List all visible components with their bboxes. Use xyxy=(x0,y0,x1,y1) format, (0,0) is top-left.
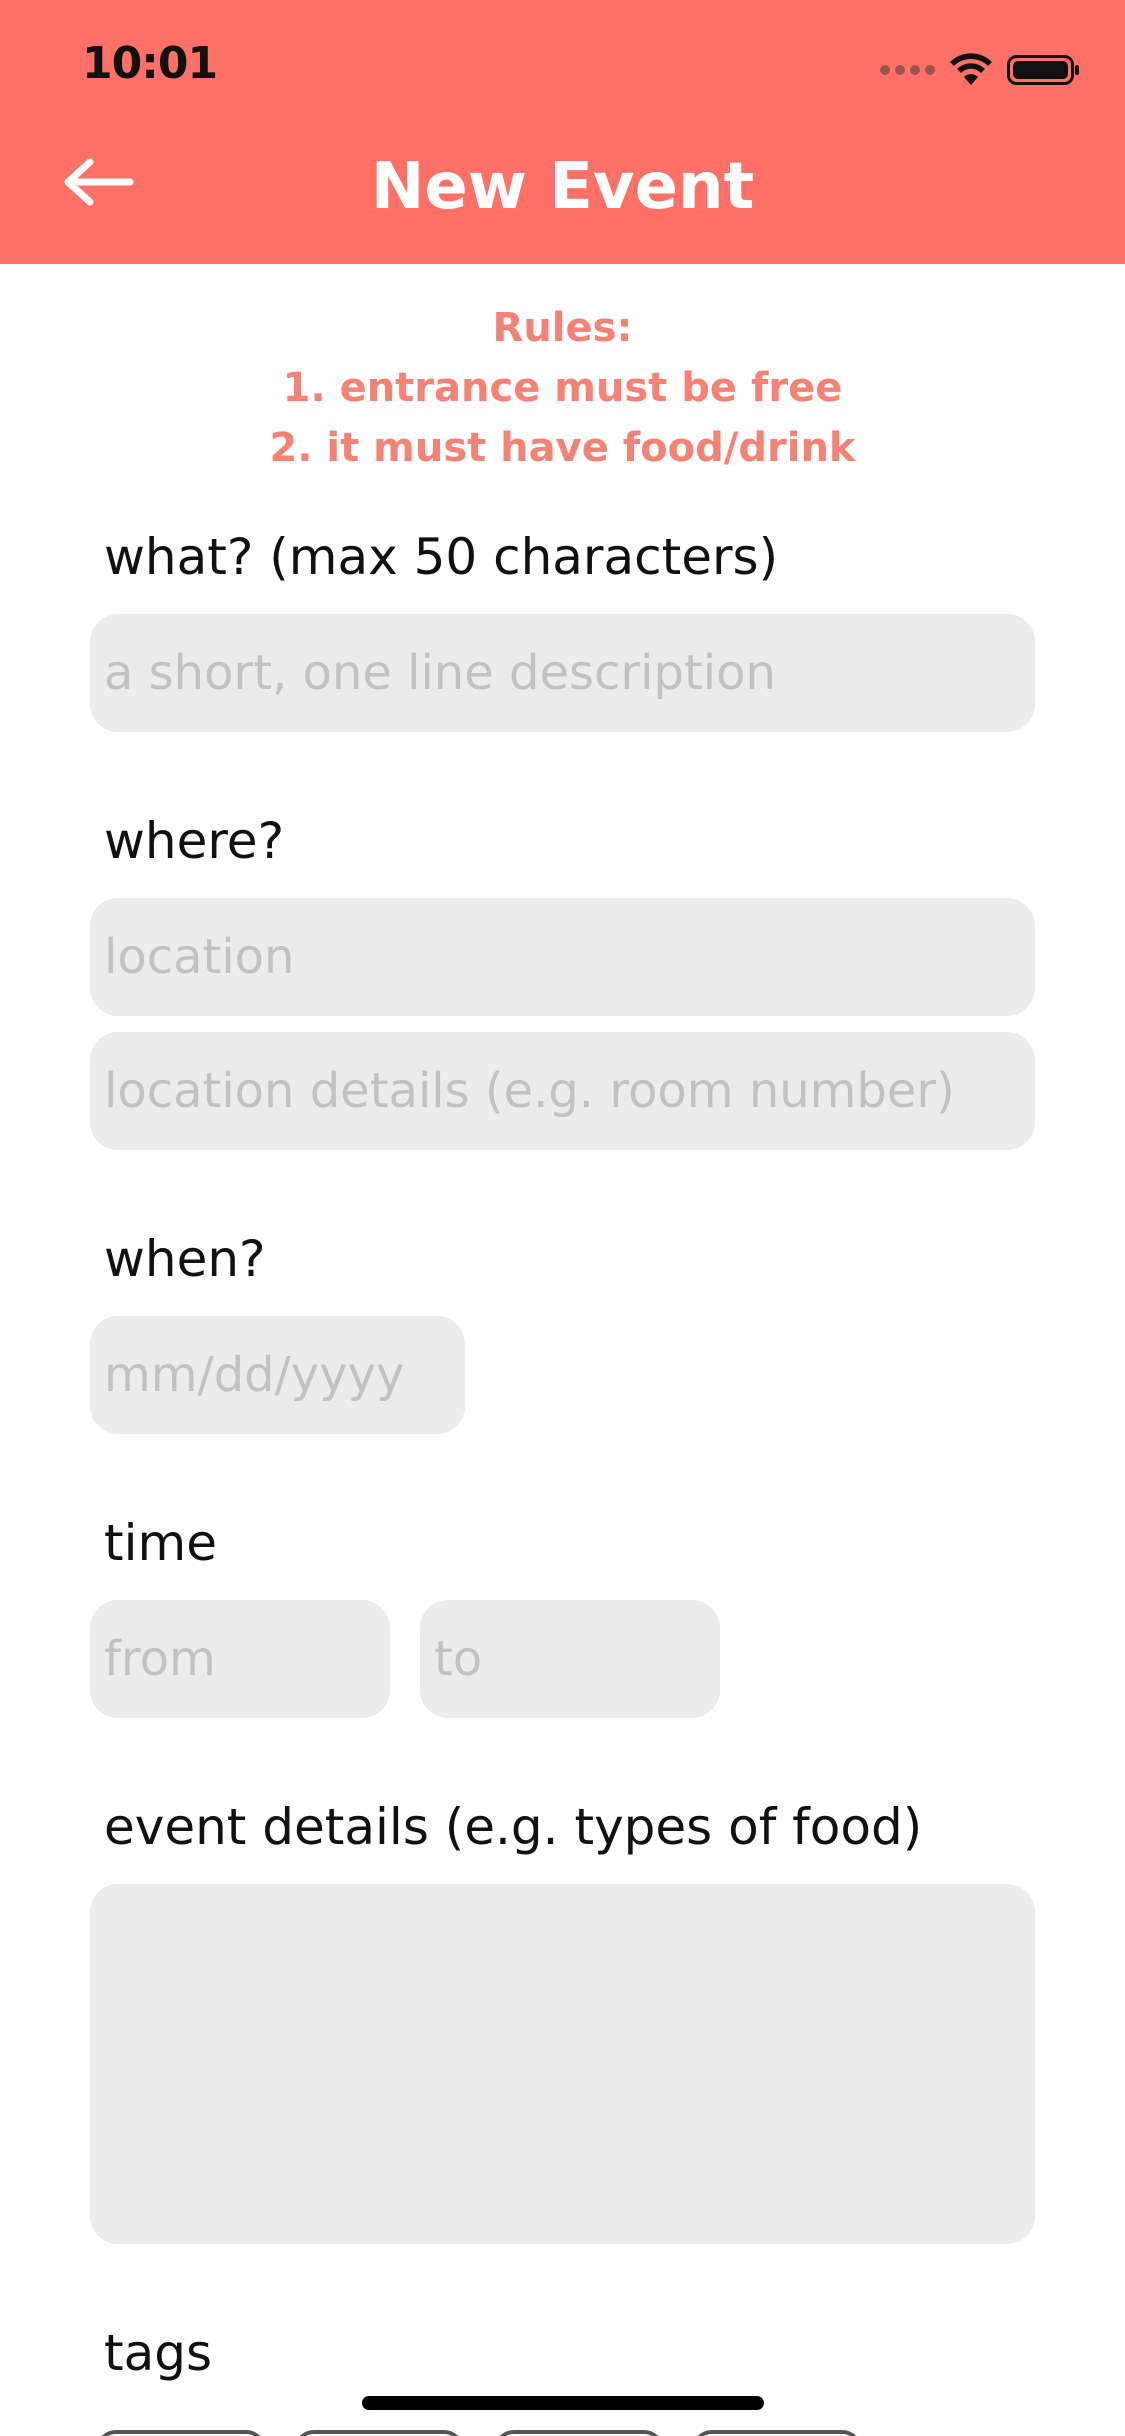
location-details-input[interactable]: location details (e.g. room number) xyxy=(90,1032,1035,1150)
new-event-screen: 10:01 New Event Rules: 1. entrance must … xyxy=(0,0,1125,2436)
location-placeholder: location xyxy=(104,929,295,985)
rule-1: 1. entrance must be free xyxy=(282,365,843,411)
tag-chip[interactable] xyxy=(96,2430,266,2436)
time-label: time xyxy=(104,1514,217,1572)
status-icons xyxy=(880,50,1081,90)
what-input[interactable]: a short, one line description xyxy=(90,614,1035,732)
cellular-signal-icon xyxy=(880,65,935,75)
location-details-placeholder: location details (e.g. room number) xyxy=(104,1063,955,1119)
time-from-input[interactable]: from xyxy=(90,1600,390,1718)
tag-chip[interactable] xyxy=(692,2430,862,2436)
event-details-label: event details (e.g. types of food) xyxy=(104,1798,923,1856)
when-label: when? xyxy=(104,1230,266,1288)
time-from-placeholder: from xyxy=(104,1631,216,1687)
battery-icon xyxy=(1007,55,1079,85)
page-title: New Event xyxy=(370,150,755,224)
where-label: where? xyxy=(104,812,285,870)
home-indicator[interactable] xyxy=(362,2396,764,2410)
what-label: what? (max 50 characters) xyxy=(104,528,779,586)
tag-chip[interactable] xyxy=(494,2430,664,2436)
date-input[interactable]: mm/dd/yyyy xyxy=(90,1316,465,1434)
time-to-input[interactable]: to xyxy=(420,1600,720,1718)
rules-heading: Rules: xyxy=(492,305,633,351)
rule-2: 2. it must have food/drink xyxy=(269,425,856,471)
time-to-placeholder: to xyxy=(434,1631,483,1687)
nav-header: 10:01 New Event xyxy=(0,0,1125,264)
wifi-icon xyxy=(950,53,992,85)
what-placeholder: a short, one line description xyxy=(104,645,776,701)
date-placeholder: mm/dd/yyyy xyxy=(104,1347,405,1403)
rules-notice: Rules: 1. entrance must be free 2. it mu… xyxy=(0,298,1125,478)
event-details-textarea[interactable] xyxy=(90,1884,1035,2244)
status-time: 10:01 xyxy=(82,38,218,89)
location-input[interactable]: location xyxy=(90,898,1035,1016)
tag-chip[interactable] xyxy=(294,2430,464,2436)
tags-label: tags xyxy=(104,2324,213,2382)
